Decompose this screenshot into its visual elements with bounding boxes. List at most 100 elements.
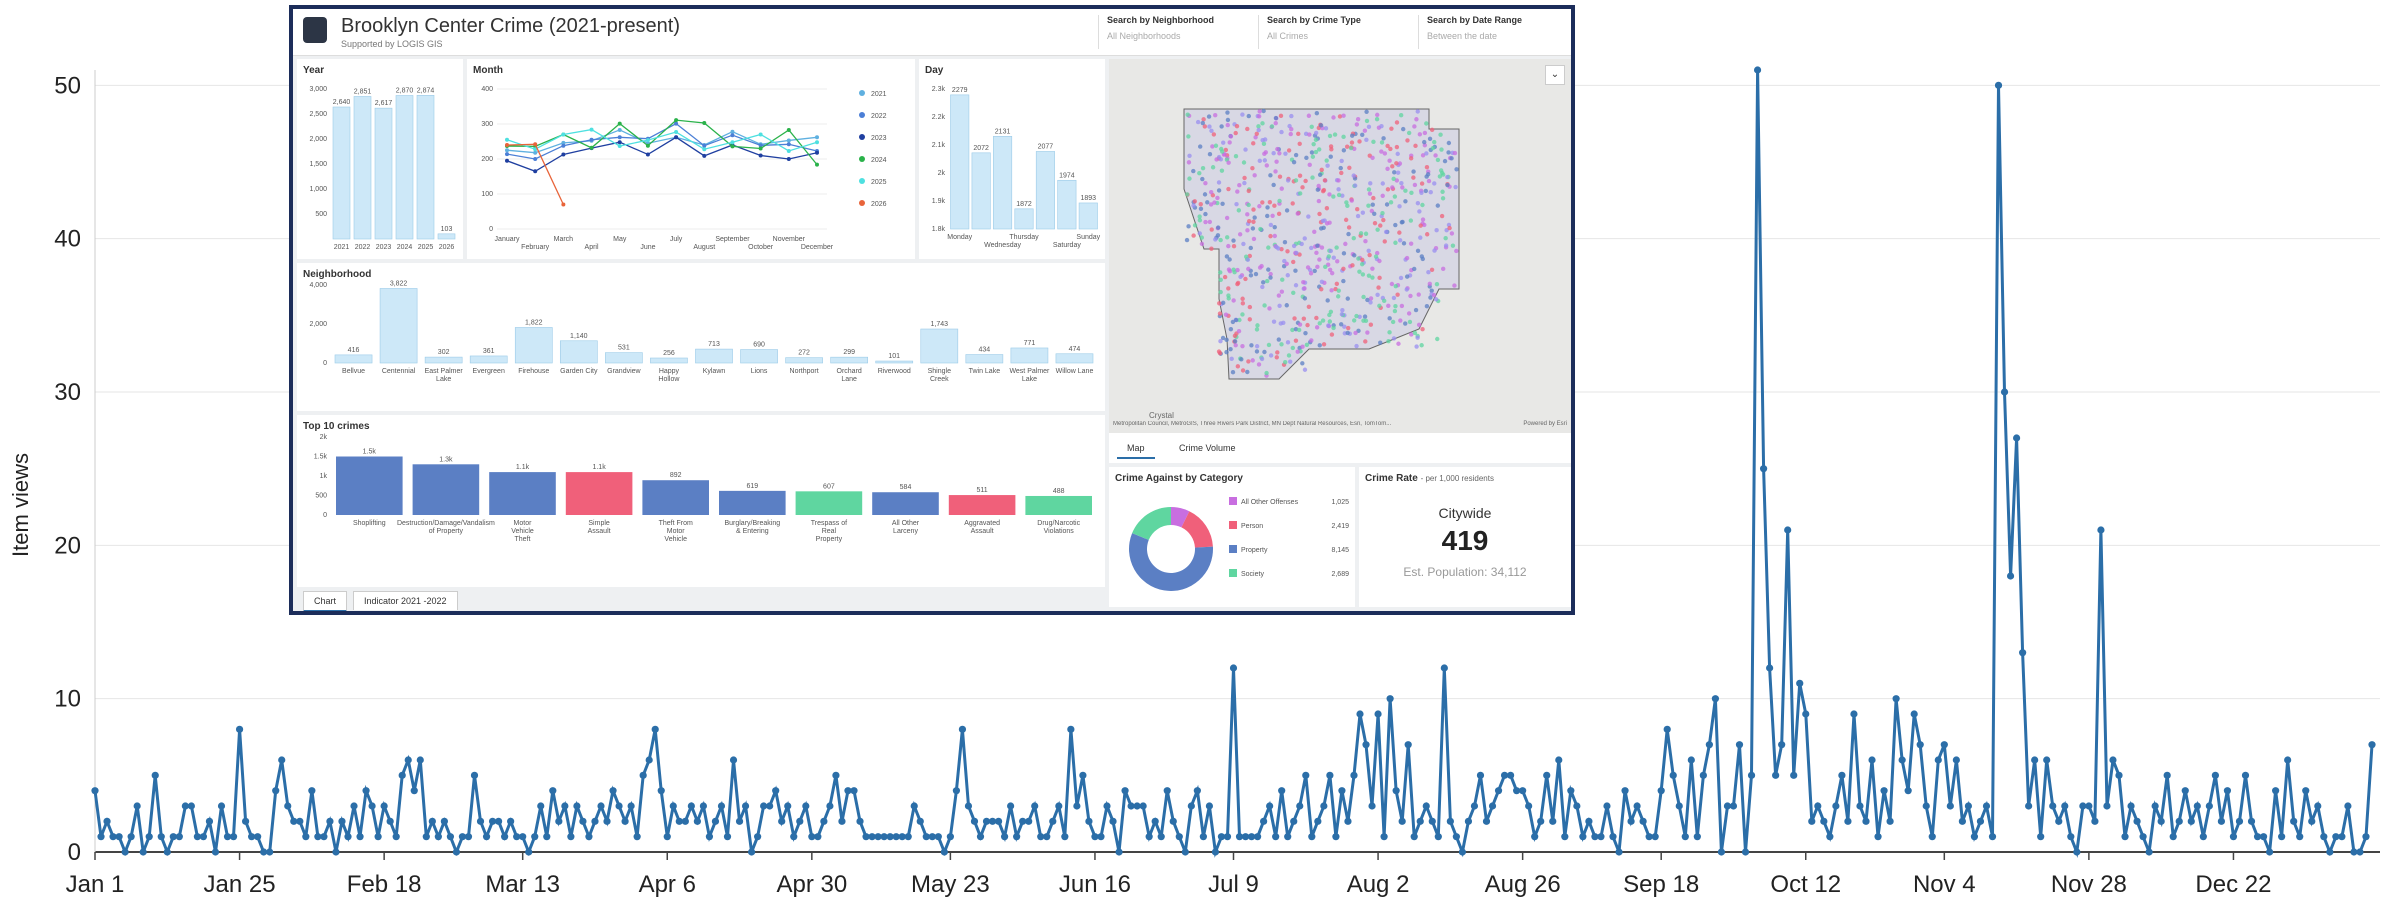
data-point xyxy=(235,725,244,733)
data-point xyxy=(772,787,780,795)
crime-dot xyxy=(1371,139,1376,145)
crime-dot xyxy=(1357,269,1362,274)
x-tick-label: Grandview xyxy=(607,368,641,375)
crime-dot xyxy=(1199,241,1205,247)
crime-dot xyxy=(1225,117,1231,123)
month-point xyxy=(645,138,650,143)
data-point xyxy=(2326,848,2334,856)
data-point xyxy=(1386,695,1394,703)
x-tick-label: 2021 xyxy=(334,244,350,251)
crime-dot xyxy=(1335,294,1341,299)
crime-dot xyxy=(1309,150,1315,155)
crime-dot xyxy=(1415,200,1421,206)
year-bar-chart: 3,000 2,500 2,000 1,500 1,000 500 2,640 2021 2,8… xyxy=(309,86,456,251)
crime-dot xyxy=(1293,152,1299,158)
data-point xyxy=(519,833,527,841)
crime-dot xyxy=(1368,181,1373,186)
bar-label: 2,870 xyxy=(396,88,414,95)
legend-value: 2,419 xyxy=(1331,523,1349,530)
crime-dot xyxy=(1252,215,1257,220)
data-point xyxy=(615,802,623,810)
crime-dot xyxy=(1379,149,1384,154)
month-point xyxy=(505,152,509,157)
data-point xyxy=(579,817,587,825)
crime-dot xyxy=(1341,266,1346,271)
data-point xyxy=(1766,664,1774,672)
bar-label: 101 xyxy=(888,353,900,360)
tab-chart[interactable]: Chart xyxy=(303,591,348,611)
data-point xyxy=(1531,833,1539,841)
date-range-filter[interactable]: Search by Date Range Between the date xyxy=(1418,15,1571,49)
crime-dot xyxy=(1302,236,1307,241)
tab-indicator[interactable]: Indicator 2021 -2022 xyxy=(353,591,458,610)
data-point xyxy=(2247,817,2256,825)
crime-dot xyxy=(1327,192,1332,197)
data-point xyxy=(1416,817,1424,825)
neighborhood-filter[interactable]: Search by Neighborhood All Neighborhoods xyxy=(1098,15,1267,49)
crime-dot xyxy=(1293,338,1299,343)
neighborhood-bar xyxy=(559,340,598,364)
tab-map[interactable]: Map xyxy=(1117,439,1155,459)
data-point xyxy=(832,771,840,779)
crime-dot xyxy=(1327,312,1332,318)
legend-swatch xyxy=(859,156,865,162)
crime-dot xyxy=(1393,303,1398,309)
crime-dot xyxy=(1446,150,1451,155)
crime-dot xyxy=(1303,330,1308,336)
data-point xyxy=(1422,802,1430,810)
data-point xyxy=(1440,664,1448,672)
data-point xyxy=(2217,817,2226,825)
crime-dot xyxy=(1224,235,1230,240)
crime-type-filter[interactable]: Search by Crime Type All Crimes xyxy=(1258,15,1427,49)
month-series-line xyxy=(506,119,818,166)
data-point xyxy=(272,787,280,795)
neighborhood-bar xyxy=(424,356,463,364)
data-point xyxy=(663,833,671,841)
crime-dot xyxy=(1324,206,1330,211)
data-point xyxy=(266,848,274,856)
data-point xyxy=(2223,787,2232,795)
day-bar-chart: 2.3k 2.2k 2.1k 2k 1.9k 1.8k 2279 2072 2131 1872 20… xyxy=(932,86,1101,249)
crime-dot xyxy=(1372,220,1378,226)
neighborhood-bar xyxy=(1010,347,1049,364)
crime-dot xyxy=(1221,140,1226,145)
crime-dot xyxy=(1264,163,1270,168)
crime-dot xyxy=(1415,248,1421,254)
crime-dot xyxy=(1218,270,1223,275)
crime-dot xyxy=(1291,160,1297,165)
crime-dot xyxy=(1403,199,1408,204)
crime-dot xyxy=(1454,167,1459,172)
crime-dot xyxy=(1266,267,1271,272)
data-point xyxy=(139,848,147,856)
crime-dot xyxy=(1324,158,1329,163)
data-point xyxy=(916,817,924,825)
data-point xyxy=(1055,802,1063,810)
crime-dot xyxy=(1418,223,1423,228)
crime-dot xyxy=(1254,344,1260,349)
map-panel[interactable]: ⌄ Crystal Metropolitan Council, MetroGIS… xyxy=(1109,59,1571,463)
neighborhood-bar xyxy=(650,357,688,364)
tab-crime-volume[interactable]: Crime Volume xyxy=(1169,439,1246,457)
crime-dot xyxy=(1361,294,1366,300)
data-point xyxy=(1157,833,1165,841)
bar-label: 1872 xyxy=(1016,201,1032,208)
category-panel: Crime Against by Category All Other Offe… xyxy=(1109,467,1355,607)
map-place-label: Crystal xyxy=(1149,411,1174,420)
crime-dot xyxy=(1381,217,1386,223)
data-point xyxy=(2085,802,2093,810)
data-point xyxy=(1049,817,1057,825)
expand-icon[interactable]: ⌄ xyxy=(1545,65,1565,85)
data-point xyxy=(338,817,346,825)
crime-dot xyxy=(1285,340,1291,345)
crime-dot xyxy=(1232,333,1238,339)
data-point xyxy=(976,833,985,841)
crime-dot xyxy=(1299,241,1304,247)
crime-dot xyxy=(1364,137,1369,142)
data-point xyxy=(2356,848,2364,856)
data-point xyxy=(1181,848,1189,856)
crime-rate-panel: Crime Rate - per 1,000 residents Citywid… xyxy=(1359,467,1571,607)
crime-dot xyxy=(1314,111,1320,116)
data-point xyxy=(693,817,701,825)
month-point xyxy=(786,157,791,161)
crime-dot xyxy=(1184,192,1190,197)
